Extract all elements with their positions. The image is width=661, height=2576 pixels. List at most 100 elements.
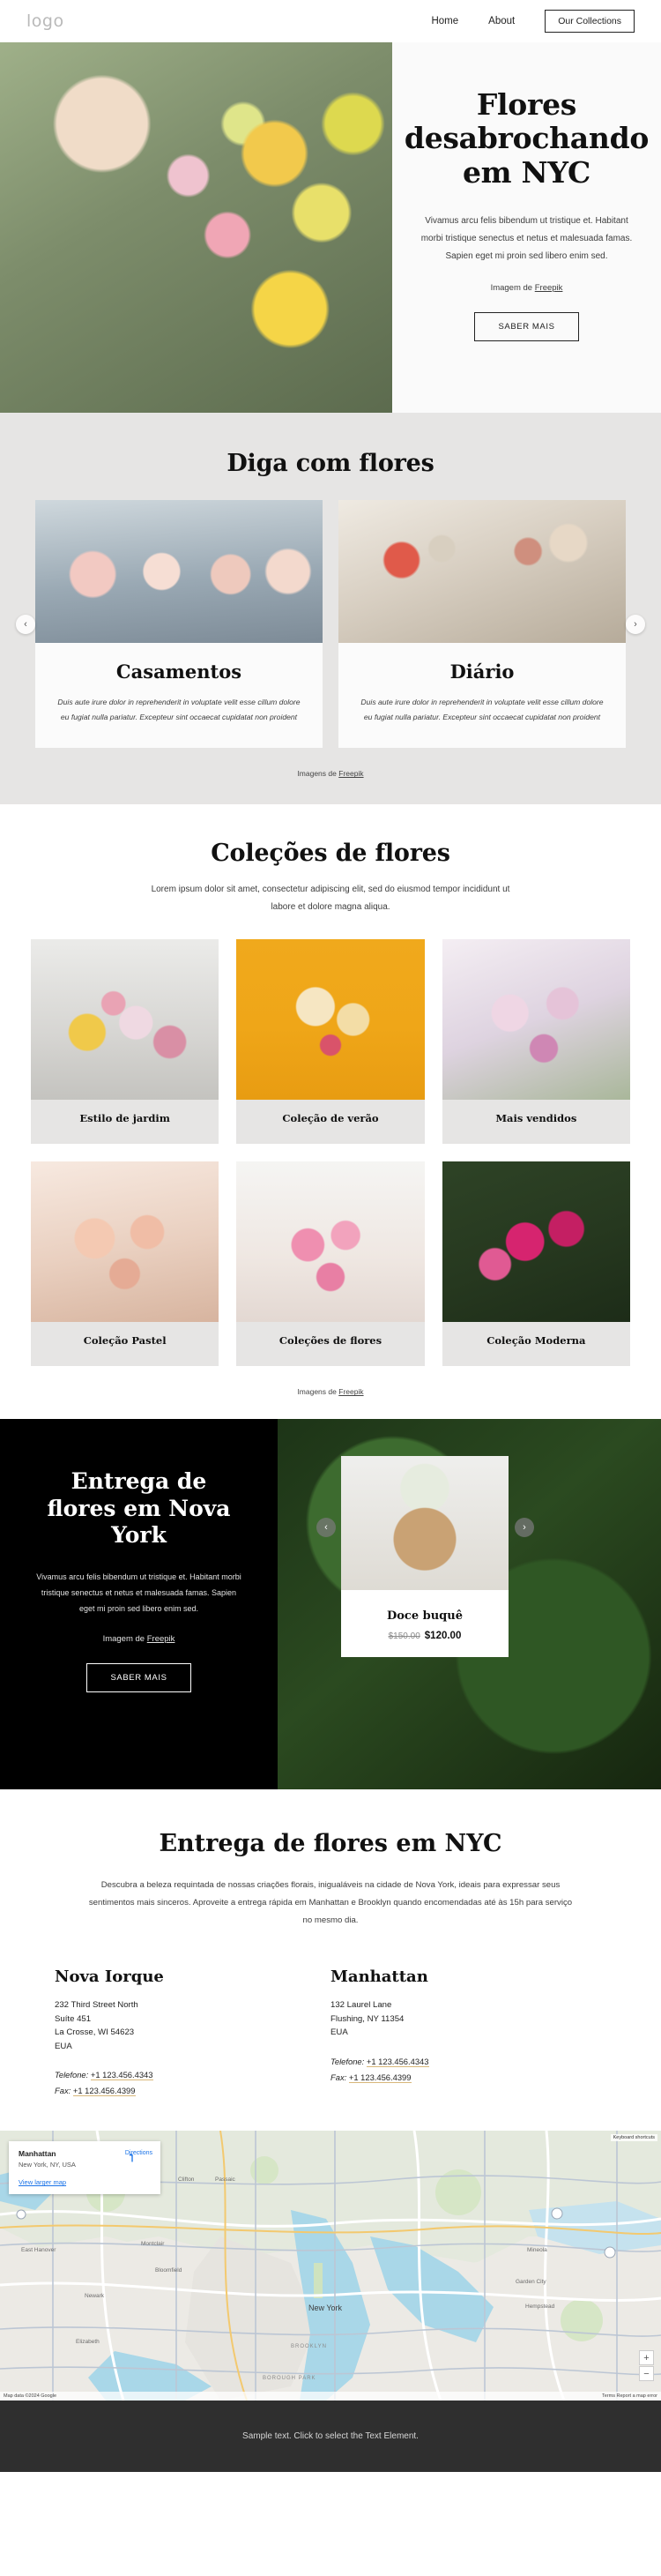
say-with-flowers-title: Diga com flores [227, 450, 434, 477]
collection-item-colecao-de-verao[interactable]: Coleção de verão [236, 939, 425, 1145]
map-label-13: Mineola [527, 2247, 547, 2254]
collection-item-colecao-moderna[interactable]: Coleção Moderna [442, 1161, 630, 1367]
carousel-next-icon[interactable]: › [626, 614, 645, 634]
address-columns: Nova Iorque 232 Third Street North Suíte… [0, 1967, 661, 2099]
map-zoom-in-button[interactable]: + [639, 2350, 654, 2366]
card-casamentos-title: Casamentos [115, 661, 242, 683]
address-nova-iorque: Nova Iorque 232 Third Street North Suíte… [55, 1967, 330, 2099]
collection-item-estilo-de-jardim[interactable]: Estilo de jardim [31, 939, 219, 1145]
say-with-flowers-credit: Imagens de Freepik [0, 769, 661, 778]
fax-link-2[interactable]: +1 123.456.4399 [348, 2072, 412, 2083]
address-contact-2: Telefone: +1 123.456.4343 Fax: +1 123.45… [330, 2054, 606, 2086]
address-line-2-1: 132 Laurel Lane [330, 2000, 392, 2011]
map-label-9: BROOKLYN [291, 2344, 327, 2350]
delivery-credit-prefix: Imagem de [102, 1633, 147, 1644]
map-view-larger-link[interactable]: View larger map [19, 2178, 151, 2186]
delivery-title: Entrega de flores em Nova York [47, 1468, 231, 1549]
delivery-background-image: ‹ › Doce buquê $150.00 $120.00 [278, 1419, 661, 1790]
collection-image-5 [236, 1161, 425, 1323]
map-label-8: Hempstead [525, 2303, 555, 2311]
nyc-title: Entrega de flores em NYC [159, 1830, 502, 1858]
site-logo[interactable]: logo [26, 11, 64, 31]
collection-item-colecao-pastel[interactable]: Coleção Pastel [31, 1161, 219, 1367]
hero-credit-prefix: Imagem de [490, 282, 535, 293]
collection-image-6 [442, 1161, 630, 1323]
map-label-4: East Hanover [21, 2247, 56, 2254]
address-line-1-4: EUA [55, 2041, 72, 2051]
say-credit-prefix: Imagens de [297, 769, 339, 779]
phone-link-1[interactable]: +1 123.456.4343 [90, 2070, 153, 2081]
fax-label-2: Fax: [330, 2072, 347, 2082]
delivery-content: Entrega de flores em Nova York Vivamus a… [0, 1419, 278, 1790]
hero-title: Flores desabrochando em NYC [404, 87, 650, 190]
main-navigation: Home About Our Collections [431, 10, 635, 33]
say-credit-link[interactable]: Freepik [338, 769, 363, 778]
footer-sample-text[interactable]: Sample text. Click to select the Text El… [242, 2431, 419, 2441]
site-header: logo Home About Our Collections [0, 0, 661, 42]
map-directions-button[interactable]: Directions [125, 2150, 152, 2162]
collections-grid: Estilo de jardim Coleção de verão Mais v… [0, 939, 661, 1367]
map-zoom-out-button[interactable]: − [639, 2366, 654, 2382]
google-map[interactable]: Keyboard shortcuts Manhattan New York, N… [0, 2131, 661, 2401]
phone-label-2: Telefone: [330, 2056, 365, 2066]
directions-icon [129, 2152, 135, 2162]
page-root: logo Home About Our Collections Flores d… [0, 0, 661, 2473]
fax-link-1[interactable]: +1 123.456.4399 [72, 2086, 136, 2097]
map-attribution-bar: Map data ©2024 Google Terms Report a map… [0, 2392, 661, 2401]
hero-credit-link[interactable]: Freepik [535, 283, 563, 293]
collection-image-2 [236, 939, 425, 1101]
map-label-0: New York [308, 2303, 343, 2313]
phone-row-2: Telefone: +1 123.456.4343 [330, 2054, 606, 2070]
map-keyboard-shortcuts[interactable]: Keyboard shortcuts [610, 2134, 657, 2142]
nav-item-our-collections[interactable]: Our Collections [545, 10, 635, 33]
map-label-7: Newark [85, 2293, 105, 2300]
address-line-1-1: 232 Third Street North [55, 2000, 138, 2011]
card-casamentos[interactable]: Casamentos Duis aute irure dolor in repr… [35, 500, 323, 749]
product-card[interactable]: Doce buquê $150.00 $120.00 [341, 1456, 509, 1658]
hero-section: Flores desabrochando em NYC Vivamus arcu… [0, 42, 661, 413]
nav-item-home[interactable]: Home [431, 16, 458, 26]
address-lines-1: 232 Third Street North Suíte 451 La Cros… [55, 1998, 330, 2053]
hero-content: Flores desabrochando em NYC Vivamus arcu… [392, 42, 661, 413]
fax-row-1: Fax: +1 123.456.4399 [55, 2083, 330, 2099]
collections-subtitle: Lorem ipsum dolor sit amet, consectetur … [151, 885, 510, 913]
fax-label-1: Fax: [55, 2086, 71, 2096]
nyc-lead-text: Descubra a beleza requintada de nossas c… [88, 1880, 573, 1925]
card-diario[interactable]: Diário Duis aute irure dolor in reprehen… [338, 500, 626, 749]
address-contact-1: Telefone: +1 123.456.4343 Fax: +1 123.45… [55, 2067, 330, 2099]
product-new-price: $120.00 [424, 1631, 462, 1642]
map-label-10: BOROUGH PARK [263, 2376, 316, 2382]
collections-credit-link[interactable]: Freepik [338, 1387, 363, 1396]
collection-label-2: Coleção de verão [282, 1112, 379, 1125]
map-label-5: Montclair [141, 2241, 165, 2248]
collections-section: Coleções de flores Lorem ipsum dolor sit… [0, 804, 661, 1420]
delivery-image-credit: Imagem de Freepik [103, 1634, 175, 1644]
map-label-2: Clifton [178, 2177, 195, 2184]
product-carousel-prev-icon[interactable]: ‹ [316, 1518, 336, 1538]
delivery-section: Entrega de flores em Nova York Vivamus a… [0, 1419, 661, 1790]
phone-link-2[interactable]: +1 123.456.4343 [366, 2056, 429, 2067]
collection-image-3 [442, 939, 630, 1101]
hero-body-text: Vivamus arcu felis bibendum ut tristique… [420, 215, 633, 261]
collection-item-mais-vendidos[interactable]: Mais vendidos [442, 939, 630, 1145]
delivery-credit-link[interactable]: Freepik [147, 1634, 175, 1644]
address-city-2: Manhattan [330, 1967, 428, 1987]
address-city-1: Nova Iorque [55, 1967, 164, 1987]
card-casamentos-body: Casamentos Duis aute irure dolor in repr… [35, 643, 323, 748]
product-carousel-next-icon[interactable]: › [515, 1518, 534, 1538]
collection-image-1 [31, 939, 219, 1101]
nav-item-about[interactable]: About [488, 16, 515, 26]
hero-learn-more-button[interactable]: SABER MAIS [474, 311, 579, 341]
fax-row-2: Fax: +1 123.456.4399 [330, 2070, 606, 2086]
collection-item-colecoes-de-flores[interactable]: Coleções de flores [236, 1161, 425, 1367]
collections-title: Coleções de flores [211, 840, 450, 868]
map-label-6: Bloomfield [155, 2267, 182, 2274]
map-label-11: Elizabeth [76, 2339, 100, 2346]
nyc-info-section: Entrega de flores em NYC Descubra a bele… [0, 1789, 661, 2132]
site-footer: Sample text. Click to select the Text El… [0, 2401, 661, 2473]
address-line-1-3: La Crosse, WI 54623 [55, 2027, 135, 2038]
delivery-learn-more-button[interactable]: SABER MAIS [86, 1662, 191, 1692]
collection-label-3: Mais vendidos [495, 1112, 577, 1125]
carousel-prev-icon[interactable]: ‹ [16, 614, 35, 634]
collection-label-1: Estilo de jardim [79, 1112, 170, 1125]
